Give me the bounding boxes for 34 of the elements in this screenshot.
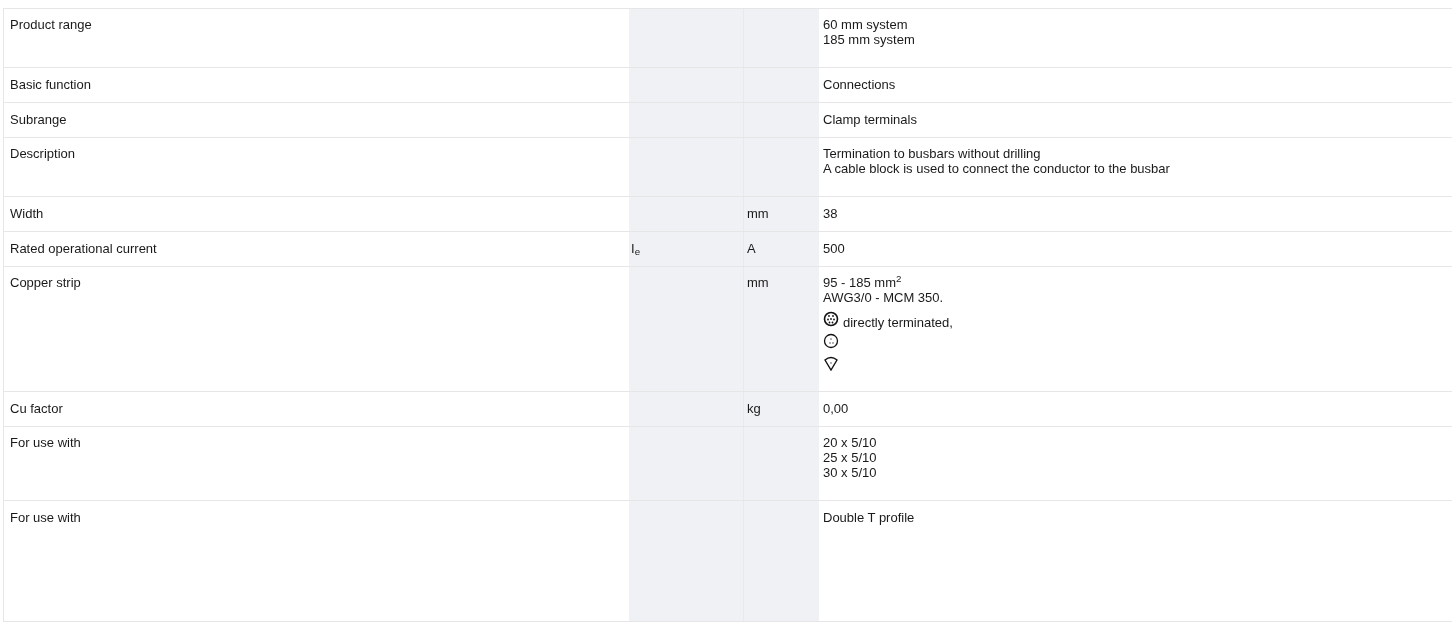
value-text: 25 x 5/10: [823, 450, 877, 465]
dotted-circle-icon: [823, 333, 839, 349]
value-text: Clamp terminals: [823, 112, 917, 127]
value-text: 38: [823, 206, 838, 221]
value-text: directly terminated,: [843, 315, 953, 330]
dotted-circle-icon: [823, 311, 839, 327]
row-label: Width: [10, 206, 44, 221]
sector-outline-icon: [823, 355, 839, 371]
value-text: 30 x 5/10: [823, 465, 877, 480]
value-text: 20 x 5/10: [823, 435, 877, 450]
unit: kg: [747, 401, 761, 416]
row-label: Basic function: [10, 77, 91, 92]
value-text: Connections: [823, 77, 896, 92]
row-label: For use with: [10, 435, 81, 450]
value-text: Double T profile: [823, 510, 915, 525]
row-label: For use with: [10, 510, 81, 525]
row-label: Cu factor: [10, 401, 63, 416]
value-text: 0,00: [823, 401, 849, 416]
unit: mm: [747, 275, 769, 290]
unit: mm: [747, 206, 769, 221]
row-label: Product range: [10, 17, 92, 32]
value-text: AWG3/0 - MCM 350.: [823, 290, 944, 305]
row-label: Rated operational current: [10, 241, 157, 256]
value-text: 500: [823, 241, 845, 256]
value-text: Termination to busbars without drilling: [823, 146, 1041, 161]
unit: A: [747, 241, 756, 256]
value-text: 185 mm system: [823, 32, 915, 47]
value-text: 95 - 185 mm$^{2}$: [823, 275, 902, 290]
row-label: Description: [10, 146, 76, 161]
symbol: I$_{e}$: [631, 241, 641, 256]
row-label: Copper strip: [10, 275, 81, 290]
row-label: Subrange: [10, 112, 67, 127]
value-text: A cable block is used to connect the conductor to the busbar: [823, 161, 1170, 176]
value-text: 60 mm system: [823, 17, 908, 32]
